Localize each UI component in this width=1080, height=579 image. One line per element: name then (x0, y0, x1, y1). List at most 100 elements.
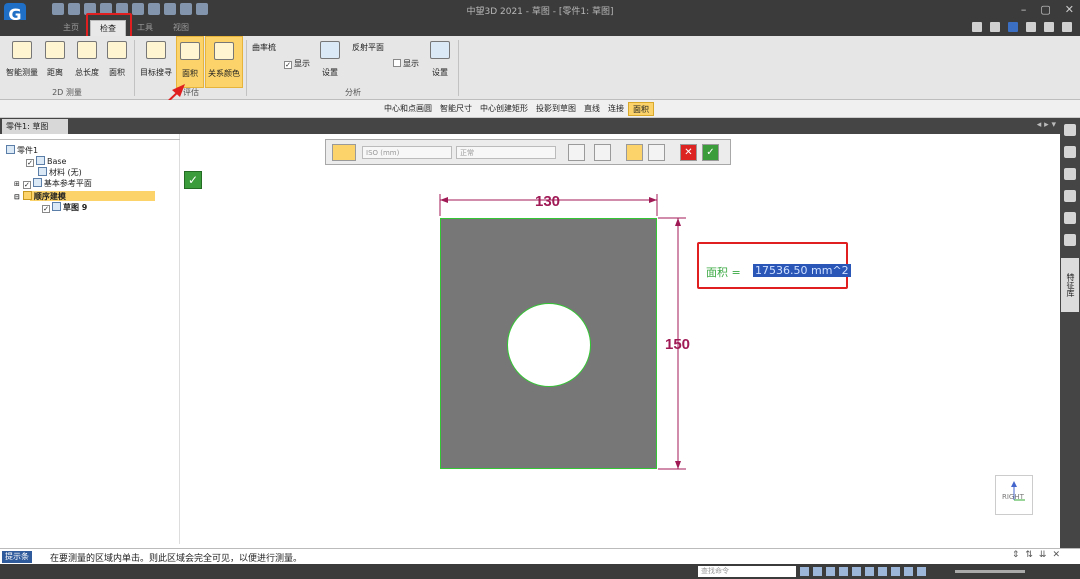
tab-home[interactable]: 主页 (56, 20, 86, 36)
assembly-icon[interactable] (1064, 146, 1076, 158)
view-orientation-cube[interactable]: RIGHT (995, 475, 1033, 515)
render-icon[interactable] (917, 567, 926, 576)
grid-icon[interactable] (1064, 168, 1076, 180)
command-area[interactable]: 面积 (628, 102, 654, 116)
sketch-icon (52, 202, 61, 211)
plane-icon (32, 178, 42, 187)
sequence-icon (22, 191, 32, 200)
maximize-icon[interactable]: ▢ (1040, 3, 1050, 16)
group-label-analysis: 分析 (345, 88, 361, 97)
zoom-slider[interactable] (955, 570, 1025, 573)
tab-tools[interactable]: 工具 (130, 20, 160, 36)
command-list: 中心和点画圆 智能尺寸 中心创建矩形 投影到草图 直线 连接 面积 (380, 102, 654, 116)
curvature-settings-button[interactable]: 设置 (318, 36, 342, 88)
checkbox-icon: ✓ (26, 159, 34, 167)
ribbon-tabs: 主页 检查 工具 视图 (0, 20, 1080, 36)
help-icon[interactable] (1008, 22, 1018, 32)
arrow-icon[interactable] (800, 567, 809, 576)
tab-nav-arrows[interactable]: ◂ ▸ ▾ (1037, 120, 1056, 130)
command-line[interactable]: 直线 (580, 102, 604, 116)
ribbon-minimize-icon[interactable] (972, 22, 982, 32)
ribbon-separator (458, 40, 459, 96)
reflection-show-checkbox[interactable]: 显示 (393, 58, 419, 69)
help-panel-icon[interactable] (1064, 124, 1076, 136)
shade-icon[interactable] (865, 567, 874, 576)
points-icon[interactable] (1064, 234, 1076, 246)
reflection-settings-icon (430, 41, 450, 59)
command-project-to-sketch[interactable]: 投影到草图 (532, 102, 580, 116)
wireframe-icon[interactable] (878, 567, 887, 576)
ribbon-right-controls (972, 22, 1072, 32)
curvature-comb-label: 曲率梳 (252, 43, 276, 52)
prompt-bar: 提示条 在要测量的区域内单击。则此区域会完全可见，以便进行测量。 ⇕⇅⇊✕ (0, 548, 1080, 564)
reflection-settings-button[interactable]: 设置 (428, 36, 452, 88)
fit-icon[interactable] (826, 567, 835, 576)
curvature-show-checkbox[interactable]: ✓ 显示 (284, 58, 310, 69)
smart-measure-button[interactable]: 智能测量 (4, 36, 40, 88)
relation-color-icon (214, 42, 234, 60)
area-value[interactable]: 17536.50 mm^2 (753, 264, 851, 277)
document-tab-bar: 零件1: 草图 ◂ ▸ ▾ (0, 118, 1060, 134)
part-icon (6, 145, 15, 154)
tab-view[interactable]: 视图 (166, 20, 196, 36)
title-bar: G 中望3D 2021 - 草图 - [零件1: 草图] – ▢ ✕ (0, 0, 1080, 27)
group-label-2d-measure: 2D 测量 (52, 88, 82, 97)
tree-root[interactable]: 零件1 (6, 145, 38, 155)
view-icon[interactable] (904, 567, 913, 576)
distance-button[interactable]: 距离 (42, 36, 68, 88)
base-icon (36, 156, 45, 165)
command-bar: 中心和点画圆 智能尺寸 中心创建矩形 投影到草图 直线 连接 面积 (0, 100, 1080, 118)
pan-icon[interactable] (852, 567, 861, 576)
rotate-icon[interactable] (839, 567, 848, 576)
close-icon[interactable]: ✕ (1065, 3, 1074, 16)
library-icon[interactable] (1064, 212, 1076, 224)
measure-area-button[interactable]: 面积 (104, 36, 130, 88)
window-title: 中望3D 2021 - 草图 - [零件1: 草图] (466, 7, 614, 17)
zoom-icon[interactable] (813, 567, 822, 576)
command-connect[interactable]: 连接 (604, 102, 628, 116)
prompt-tag: 提示条 (2, 551, 32, 563)
area-measure-icon (107, 41, 127, 59)
tree-item-material[interactable]: 材料 (无) (38, 167, 82, 177)
command-search-input[interactable]: 查找命令 (698, 566, 796, 577)
checkbox-icon: ✓ (284, 61, 292, 69)
total-length-icon (77, 41, 97, 59)
section-icon[interactable] (891, 567, 900, 576)
window-controls: – ▢ ✕ (1021, 3, 1074, 16)
feature-library-tab[interactable]: 特征库 (1061, 258, 1079, 312)
tool-icon[interactable] (1064, 190, 1076, 202)
document-tab[interactable]: 零件1: 草图 (2, 119, 68, 134)
ribbon-separator (246, 40, 247, 96)
right-sidebar (1060, 118, 1080, 548)
history-tree-panel: 零件1 ✓ Base 材料 (无) ⊞ ✓ 基本参考平面 ⊟ 顺序建模 ✓ 草图 9 (0, 134, 180, 544)
tree-item-sequential-modeling[interactable]: ⊟ 顺序建模 (14, 191, 66, 201)
layout-icon[interactable] (990, 22, 1000, 32)
target-search-icon (146, 41, 166, 59)
status-bar: 查找命令 (0, 564, 1080, 579)
dimension-height[interactable]: 150 (665, 336, 690, 353)
relation-color-button[interactable]: 关系颜色 (205, 36, 243, 88)
material-icon (38, 167, 47, 176)
status-tools (800, 567, 926, 576)
checkbox-icon (393, 59, 401, 67)
minimize-icon[interactable]: – (1021, 3, 1027, 16)
reflection-plane-label: 反射平面 (352, 43, 384, 52)
total-length-button[interactable]: 总长度 (70, 36, 104, 88)
tree-item-sketch[interactable]: ✓ 草图 9 (42, 202, 87, 213)
command-center-rectangle[interactable]: 中心创建矩形 (476, 102, 532, 116)
prompt-text: 在要测量的区域内单击。则此区域会完全可见，以便进行测量。 (50, 554, 303, 564)
ruler-icon (45, 41, 65, 59)
checkbox-icon: ✓ (42, 205, 50, 213)
command-center-point-circle[interactable]: 中心和点画圆 (380, 102, 436, 116)
curvature-settings-icon (320, 41, 340, 59)
panel-divider (0, 136, 180, 140)
smart-measure-icon (12, 41, 32, 59)
dimension-width[interactable]: 130 (535, 193, 560, 210)
prompt-tools[interactable]: ⇕⇅⇊✕ (1012, 550, 1066, 560)
tree-item-ref-planes[interactable]: ⊞ ✓ 基本参考平面 (14, 178, 92, 189)
tree-item-base[interactable]: ✓ Base (26, 156, 66, 167)
command-smart-dimension[interactable]: 智能尺寸 (436, 102, 476, 116)
doc-restore-icon[interactable] (1044, 22, 1054, 32)
doc-close-icon[interactable] (1062, 22, 1072, 32)
doc-minimize-icon[interactable] (1026, 22, 1036, 32)
